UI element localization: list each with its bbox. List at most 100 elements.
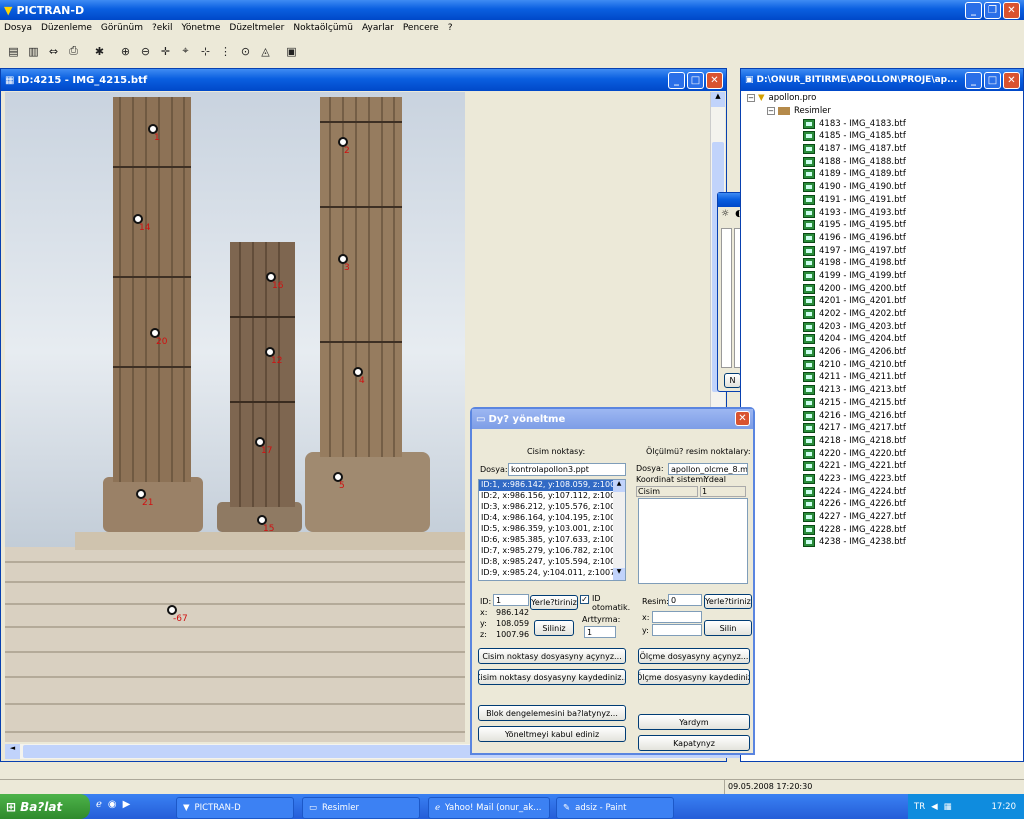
tool-a-icon[interactable]: ⌖: [176, 41, 195, 61]
image-file-item[interactable]: 4238 - IMG_4238.btf: [803, 536, 1012, 549]
image-points-list[interactable]: [638, 498, 748, 584]
tool-b-icon[interactable]: ⊹: [196, 41, 215, 61]
image-file-item[interactable]: 4227 - IMG_4227.btf: [803, 511, 1012, 524]
measure-file-field[interactable]: apollon_olcme_8.mp: [668, 463, 748, 475]
object-point-row[interactable]: ID:9, x:985.24, y:104.011, z:1007.: [479, 568, 614, 579]
image-file-item[interactable]: 4201 - IMG_4201.btf: [803, 295, 1012, 308]
menu-item-5[interactable]: Düzeltmeler: [229, 23, 284, 33]
open-object-file-button[interactable]: Cisim noktasy dosyasyny açynyz...: [478, 648, 626, 664]
object-point-row[interactable]: ID:4, x:986.164, y:104.195, z:1007.: [479, 513, 614, 524]
menu-item-9[interactable]: ?: [448, 23, 453, 33]
image-file-item[interactable]: 4189 - IMG_4189.btf: [803, 168, 1012, 181]
crosshair-icon[interactable]: ✛: [156, 41, 175, 61]
point-icon[interactable]: ⊙: [236, 41, 255, 61]
image-file-item[interactable]: 4193 - IMG_4193.btf: [803, 206, 1012, 219]
place-object-button[interactable]: Yerle?tiriniz: [530, 595, 578, 610]
place-image-button[interactable]: Yerle?tiriniz: [704, 594, 752, 609]
ie-icon[interactable]: ℯ: [96, 799, 102, 810]
menu-item-0[interactable]: Dosya: [4, 23, 32, 33]
increment-field[interactable]: 1: [584, 626, 616, 638]
menu-item-4[interactable]: Yönetme: [182, 23, 221, 33]
project-window-close-button[interactable]: ✕: [1003, 72, 1020, 89]
object-point-row[interactable]: ID:10: [479, 579, 614, 580]
zoom-in-icon[interactable]: ⊕: [116, 41, 135, 61]
photo-canvas[interactable]: 1 2 14 16 3 12 20 4 17 5 21 15 -67: [5, 92, 465, 742]
menu-item-1[interactable]: Düzenleme: [41, 23, 92, 33]
brightness-icon[interactable]: ☼: [721, 209, 729, 219]
menu-item-2[interactable]: Görünüm: [101, 23, 143, 33]
minimize-button[interactable]: _: [965, 2, 982, 19]
accept-orientation-button[interactable]: Yöneltmeyi kabul ediniz: [478, 726, 626, 742]
brightness-slider[interactable]: [721, 228, 732, 368]
project-window-maximize-button[interactable]: □: [984, 72, 1001, 89]
image-file-item[interactable]: 4203 - IMG_4203.btf: [803, 320, 1012, 333]
image-file-item[interactable]: 4188 - IMG_4188.btf: [803, 155, 1012, 168]
image-file-item[interactable]: 4195 - IMG_4195.btf: [803, 219, 1012, 232]
image-file-item[interactable]: 4197 - IMG_4197.btf: [803, 244, 1012, 257]
menu-item-7[interactable]: Ayarlar: [362, 23, 394, 33]
resim-field[interactable]: 0: [668, 594, 702, 606]
image-file-item[interactable]: 4202 - IMG_4202.btf: [803, 308, 1012, 321]
taskbar-task-button[interactable]: ▼ PICTRAN-D: [176, 797, 294, 819]
image-file-item[interactable]: 4204 - IMG_4204.btf: [803, 333, 1012, 346]
image-window-minimize-button[interactable]: _: [668, 72, 685, 89]
tray-clock[interactable]: 17:20: [992, 802, 1017, 812]
image-file-item[interactable]: 4226 - IMG_4226.btf: [803, 498, 1012, 511]
north-button[interactable]: N: [724, 373, 741, 388]
object-point-row[interactable]: ID:1, x:986.142, y:108.059, z:1007.: [479, 480, 614, 491]
image-file-item[interactable]: 4221 - IMG_4221.btf: [803, 460, 1012, 473]
image-file-item[interactable]: 4185 - IMG_4185.btf: [803, 130, 1012, 143]
menu-item-3[interactable]: ?ekil: [152, 23, 173, 33]
object-point-row[interactable]: ID:2, x:986.156, y:107.112, z:1008.: [479, 491, 614, 502]
start-button[interactable]: ⊞ Ba?lat: [0, 794, 90, 819]
image-file-item[interactable]: 4198 - IMG_4198.btf: [803, 257, 1012, 270]
image-file-item[interactable]: 4190 - IMG_4190.btf: [803, 181, 1012, 194]
image-file-item[interactable]: 4224 - IMG_4224.btf: [803, 485, 1012, 498]
image-y-field[interactable]: [652, 624, 702, 636]
help-button[interactable]: Yardym: [638, 714, 750, 730]
object-file-field[interactable]: kontrolapollon3.ppt: [508, 463, 626, 476]
image-file-item[interactable]: 4211 - IMG_4211.btf: [803, 371, 1012, 384]
image-x-field[interactable]: [652, 611, 702, 623]
image-window-maximize-button[interactable]: □: [687, 72, 704, 89]
language-indicator[interactable]: TR: [914, 802, 925, 812]
auto-id-checkbox[interactable]: ✓: [580, 595, 589, 604]
image-file-item[interactable]: 4183 - IMG_4183.btf: [803, 117, 1012, 130]
taskbar-task-button[interactable]: ✎ adsiz - Paint: [556, 797, 674, 819]
menu-item-8[interactable]: Pencere: [403, 23, 439, 33]
new-icon[interactable]: ▤: [4, 41, 23, 61]
image-file-item[interactable]: 4199 - IMG_4199.btf: [803, 270, 1012, 283]
tree-folder[interactable]: − Resimler: [747, 105, 1012, 118]
image-file-item[interactable]: 4220 - IMG_4220.btf: [803, 447, 1012, 460]
zoom-out-icon[interactable]: ⊖: [136, 41, 155, 61]
window-icon[interactable]: ▣: [282, 41, 301, 61]
image-file-item[interactable]: 4196 - IMG_4196.btf: [803, 232, 1012, 245]
image-file-item[interactable]: 4217 - IMG_4217.btf: [803, 422, 1012, 435]
close-dialog-button[interactable]: Kapatynyz: [638, 735, 750, 751]
block-adjustment-button[interactable]: Blok dengelemesini ba?latynyz...: [478, 705, 626, 721]
open-icon[interactable]: ▥: [24, 41, 43, 61]
tree-root[interactable]: − ▼ apollon.pro: [747, 92, 1012, 105]
image-file-item[interactable]: 4215 - IMG_4215.btf: [803, 397, 1012, 410]
print-icon[interactable]: ⎙: [64, 41, 83, 61]
player-icon[interactable]: ▶: [123, 799, 131, 810]
tool-c-icon[interactable]: ⋮: [216, 41, 235, 61]
object-point-row[interactable]: ID:3, x:986.212, y:105.576, z:1008.: [479, 502, 614, 513]
taskbar-task-button[interactable]: ℯ Yahoo! Mail (onur_ak...: [428, 797, 550, 819]
tool-d-icon[interactable]: ◬: [256, 41, 275, 61]
object-point-row[interactable]: ID:8, x:985.247, y:105.594, z:1007.: [479, 557, 614, 568]
image-window-close-button[interactable]: ✕: [706, 72, 723, 89]
image-file-item[interactable]: 4206 - IMG_4206.btf: [803, 346, 1012, 359]
media-icon[interactable]: ◉: [108, 799, 117, 810]
id-field[interactable]: 1: [493, 594, 529, 606]
image-file-item[interactable]: 4187 - IMG_4187.btf: [803, 143, 1012, 156]
network-icon[interactable]: ▦: [944, 802, 952, 812]
image-file-item[interactable]: 4210 - IMG_4210.btf: [803, 358, 1012, 371]
close-button[interactable]: ✕: [1003, 2, 1020, 19]
delete-object-button[interactable]: Siliniz: [534, 620, 574, 636]
object-points-list[interactable]: ID:1, x:986.142, y:108.059, z:1007. ID:2,…: [478, 479, 626, 581]
delete-image-button[interactable]: Silin: [704, 620, 752, 636]
image-file-item[interactable]: 4191 - IMG_4191.btf: [803, 194, 1012, 207]
image-file-item[interactable]: 4213 - IMG_4213.btf: [803, 384, 1012, 397]
open-measure-file-button[interactable]: Ölçme dosyasyny açynyz...: [638, 648, 750, 664]
